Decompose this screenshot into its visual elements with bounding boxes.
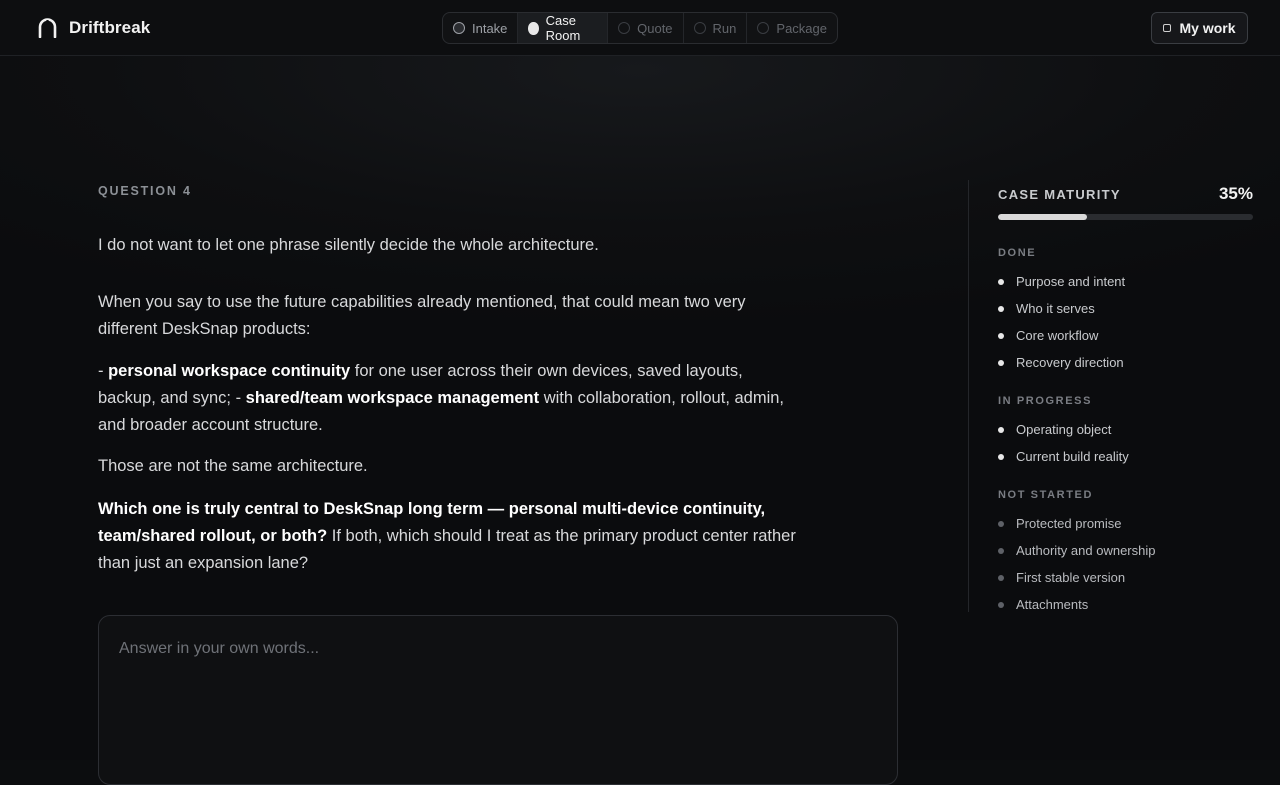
case-maturity-sidebar: CASE MATURITY 35% DONE Purpose and inten… [968,180,1253,612]
brand-name: Driftbreak [69,18,151,37]
question-options-paragraph: - personal workspace continuity for one … [98,358,798,439]
step-run[interactable]: Run [684,13,748,43]
bullet-icon [998,574,1004,581]
maturity-progress-bar [998,214,1253,220]
option-personal: personal workspace continuity [108,362,351,380]
bullet-icon [998,520,1004,527]
bullet-icon [998,601,1004,608]
step-circle-icon [693,22,706,34]
checklist-item[interactable]: Purpose and intent [998,274,1125,289]
checklist-item[interactable]: Operating object [998,422,1111,437]
checklist-item[interactable]: Protected promise [998,516,1122,531]
question-label: QUESTION 4 [98,184,192,198]
item-label: First stable version [1016,570,1126,585]
checklist-item[interactable]: Attachments [998,597,1088,612]
step-case-room[interactable]: Case Room [518,13,609,43]
step-quote[interactable]: Quote [608,13,684,43]
my-work-label: My work [1179,20,1236,36]
bullet-icon [998,278,1004,285]
maturity-percent: 35% [1218,184,1253,203]
item-label: Recovery direction [1016,355,1124,370]
checklist-item[interactable]: Core workflow [998,328,1098,343]
item-label: Core workflow [1016,328,1099,343]
text: - [98,362,109,380]
bullet-icon [998,332,1004,339]
step-circle-icon [528,21,539,35]
checklist-item[interactable]: First stable version [998,570,1125,585]
driftbreak-logo-icon [38,18,57,38]
item-label: Protected promise [1016,516,1122,531]
step-label: Quote [637,20,673,36]
checklist-item[interactable]: Who it serves [998,301,1095,316]
maturity-progress-fill [998,214,1088,220]
item-label: Authority and ownership [1016,543,1156,558]
bullet-icon [998,305,1004,312]
checklist-item[interactable]: Current build reality [998,449,1129,464]
square-icon [1163,24,1172,32]
maturity-header: CASE MATURITY 35% [998,183,1253,205]
option-team: shared/team workspace management [245,389,540,407]
question-prompt: Which one is truly central to DeskSnap l… [98,496,798,577]
step-label: Intake [472,20,508,36]
step-label: Run [712,20,737,36]
my-work-button[interactable]: My work [1151,12,1248,44]
item-label: Who it serves [1016,301,1095,316]
item-label: Operating object [1016,422,1112,437]
top-bar: Driftbreak Intake Case Room Quote Run Pa… [0,0,1280,56]
checklist-item[interactable]: Authority and ownership [998,543,1155,558]
step-label: Package [776,20,827,36]
item-label: Attachments [1016,597,1089,612]
checklist-item[interactable]: Recovery direction [998,355,1124,370]
step-label: Case Room [545,13,581,43]
question-paragraph: When you say to use the future capabilit… [98,293,746,338]
question-paragraph: Those are not the same architecture. [98,457,368,475]
step-package[interactable]: Package [747,13,837,43]
group-label-done: DONE [998,247,1037,259]
step-intake[interactable]: Intake [443,13,519,43]
step-circle-icon [453,22,465,34]
group-label-in-progress: IN PROGRESS [998,395,1093,407]
bullet-icon [998,453,1004,460]
bullet-icon [998,359,1004,366]
item-label: Purpose and intent [1016,274,1126,289]
question-paragraph: I do not want to let one phrase silently… [98,236,599,254]
bullet-icon [998,426,1004,433]
step-circle-icon [618,22,631,34]
bullet-icon [998,547,1004,554]
item-label: Current build reality [1016,449,1129,464]
brand[interactable]: Driftbreak [38,17,150,39]
maturity-title: CASE MATURITY [998,186,1121,202]
workflow-steps: Intake Case Room Quote Run Package [442,12,838,44]
step-circle-icon [757,22,770,34]
group-label-not-started: NOT STARTED [998,489,1094,501]
question-panel: QUESTION 4 I do not want to let one phra… [98,184,798,572]
